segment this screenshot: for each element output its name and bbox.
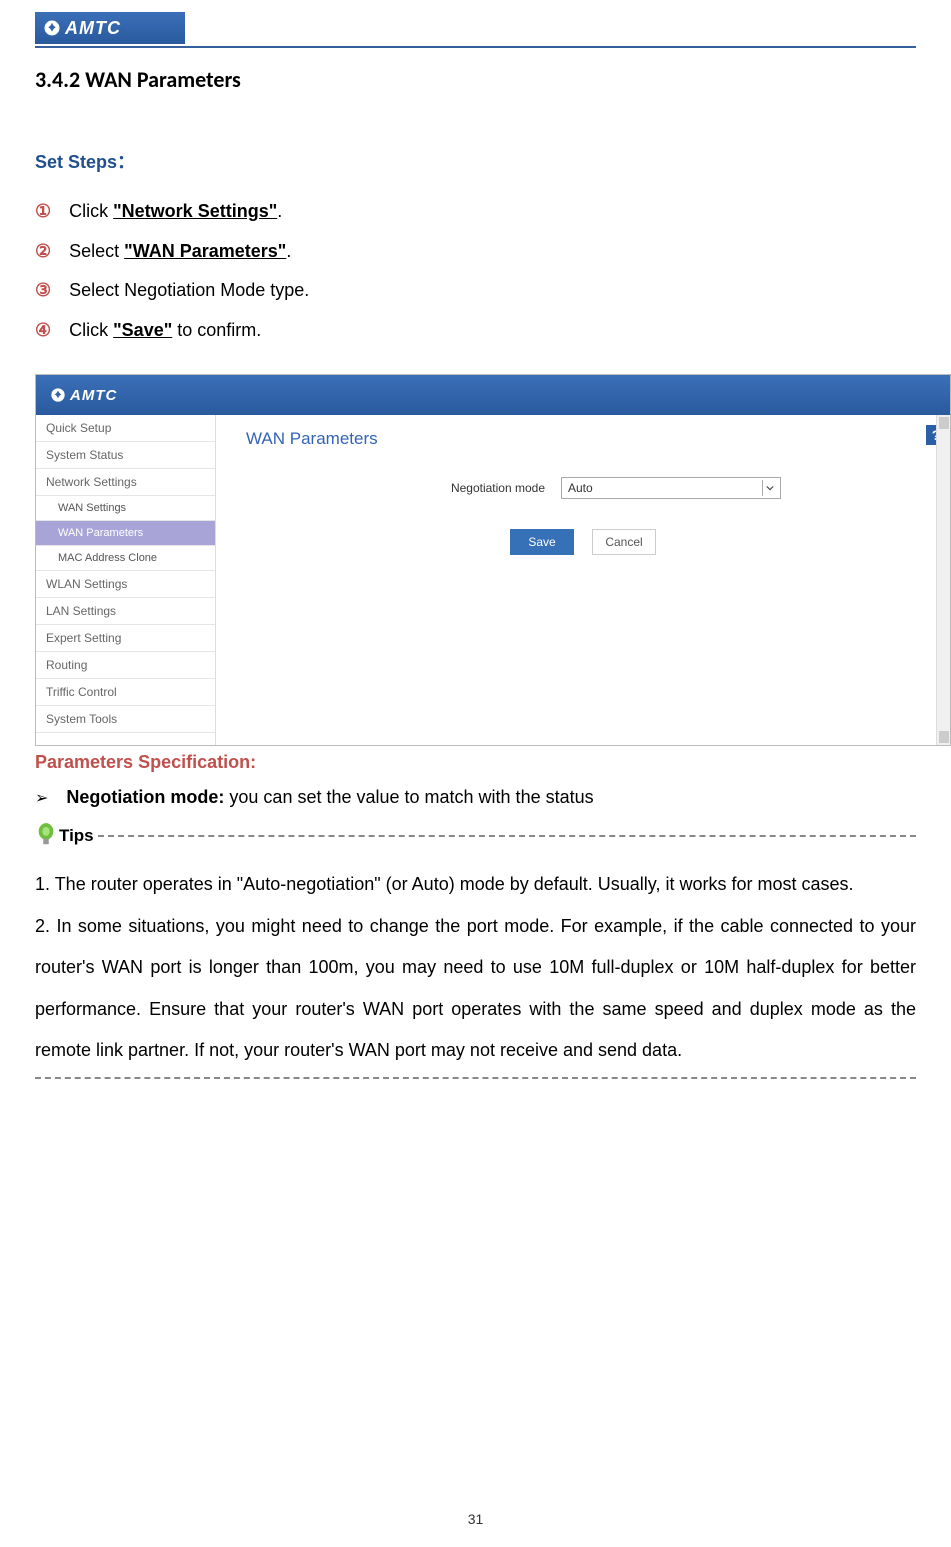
- step-text: Select "WAN Parameters".: [69, 232, 291, 272]
- sidebar-item-wan-settings[interactable]: WAN Settings: [36, 496, 215, 521]
- sidebar-item-lan-settings[interactable]: LAN Settings: [36, 598, 215, 625]
- sidebar-item-routing[interactable]: Routing: [36, 652, 215, 679]
- logo-icon: [50, 387, 66, 403]
- step-item: ③ Select Negotiation Mode type.: [35, 271, 916, 311]
- step-text: Click "Save" to confirm.: [69, 311, 261, 351]
- step-item: ④ Click "Save" to confirm.: [35, 311, 916, 351]
- parameters-specification-label: Parameters Specification:: [35, 752, 916, 773]
- page-number: 31: [0, 1511, 951, 1527]
- sidebar-item-wlan-settings[interactable]: WLAN Settings: [36, 571, 215, 598]
- page-title: WAN Parameters: [246, 429, 920, 449]
- negotiation-mode-label: Negotiation mode: [385, 481, 545, 495]
- sidebar-item-expert-setting[interactable]: Expert Setting: [36, 625, 215, 652]
- sidebar-item-network-settings[interactable]: Network Settings: [36, 469, 215, 496]
- step-item: ① Click "Network Settings".: [35, 192, 916, 232]
- form-row: Negotiation mode Auto: [246, 477, 920, 499]
- step-text: Click "Network Settings".: [69, 192, 282, 232]
- sidebar-item-wan-parameters[interactable]: WAN Parameters: [36, 521, 215, 546]
- tips-body: 1. The router operates in "Auto-negotiat…: [35, 864, 916, 1071]
- tip-paragraph: 2. In some situations, you might need to…: [35, 906, 916, 1072]
- bulb-icon: [35, 822, 57, 850]
- doc-logo-text: AMTC: [65, 18, 121, 39]
- tip-paragraph: 1. The router operates in "Auto-negotiat…: [35, 864, 916, 905]
- step-number: ②: [35, 232, 51, 272]
- chevron-down-icon: [762, 480, 776, 496]
- sidebar-item-quick-setup[interactable]: Quick Setup: [36, 415, 215, 442]
- step-item: ② Select "WAN Parameters".: [35, 232, 916, 272]
- step-text: Select Negotiation Mode type.: [69, 271, 309, 311]
- set-steps-label: Set Steps：: [35, 148, 916, 174]
- scrollbar[interactable]: [936, 415, 950, 745]
- sidebar-item-traffic-control[interactable]: Triffic Control: [36, 679, 215, 706]
- ui-sidebar: Quick Setup System Status Network Settin…: [36, 415, 216, 745]
- ui-body: Quick Setup System Status Network Settin…: [36, 415, 950, 745]
- ui-main: ? WAN Parameters Negotiation mode Auto S…: [216, 415, 950, 745]
- select-value: Auto: [568, 481, 593, 495]
- tips-header: Tips: [35, 822, 916, 850]
- tips-label: Tips: [59, 826, 94, 846]
- step-number: ①: [35, 192, 51, 232]
- step-number: ③: [35, 271, 51, 311]
- bullet-icon: ➢: [35, 788, 48, 808]
- negotiation-mode-select[interactable]: Auto: [561, 477, 781, 499]
- section-heading: 3.4.2 WAN Parameters: [35, 66, 916, 93]
- dash-rule: [98, 835, 916, 837]
- step-number: ④: [35, 311, 51, 351]
- step-list: ① Click "Network Settings". ② Select "WA…: [35, 192, 916, 350]
- doc-logo: AMTC: [35, 12, 185, 44]
- sidebar-item-system-status[interactable]: System Status: [36, 442, 215, 469]
- param-bullet: ➢ Negotiation mode: you can set the valu…: [35, 787, 916, 808]
- sidebar-item-mac-clone[interactable]: MAC Address Clone: [36, 546, 215, 571]
- ui-topbar: AMTC: [36, 375, 950, 415]
- dash-rule-bottom: [35, 1077, 916, 1079]
- ui-screenshot: AMTC Quick Setup System Status Network S…: [35, 374, 951, 746]
- cancel-button[interactable]: Cancel: [592, 529, 656, 555]
- save-button[interactable]: Save: [510, 529, 574, 555]
- sidebar-item-system-tools[interactable]: System Tools: [36, 706, 215, 733]
- logo-icon: [43, 19, 61, 37]
- param-text: Negotiation mode: you can set the value …: [66, 787, 593, 808]
- header-rule: [35, 46, 916, 48]
- button-row: Save Cancel: [246, 529, 920, 555]
- ui-logo-text: AMTC: [70, 387, 117, 404]
